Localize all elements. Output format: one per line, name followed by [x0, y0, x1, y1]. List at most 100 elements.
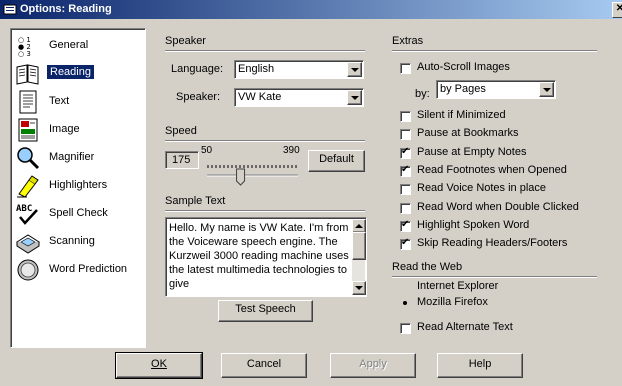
extras-option-label: Pause at Empty Notes	[417, 146, 527, 158]
speaker-group-label: Speaker	[165, 35, 206, 47]
nav-item-label: Image	[49, 123, 80, 135]
sample-text-content: Hello. My name is VW Kate. I'm from the …	[169, 222, 349, 290]
highlighter-icon	[17, 175, 39, 198]
close-icon: ✕	[615, 3, 622, 14]
nav-item-word-prediction[interactable]: Word Prediction	[13, 257, 141, 283]
radio-internet-explorer-label: Internet Explorer	[417, 280, 499, 292]
auto-scroll-label: Auto-Scroll Images	[417, 61, 510, 73]
read-alt-text-checkbox[interactable]	[400, 323, 411, 334]
extras-group-label: Extras	[392, 35, 424, 47]
default-button[interactable]: Default	[308, 150, 365, 172]
extras-option-label: Silent if Minimized	[417, 109, 506, 121]
language-select[interactable]: English	[234, 60, 364, 79]
test-speech-button[interactable]: Test Speech	[218, 300, 313, 322]
extras-option-checkbox[interactable]	[400, 184, 411, 195]
speed-value-field: 175	[165, 151, 199, 169]
extras-option-label: Highlight Spoken Word	[417, 219, 530, 231]
magnifier-icon	[17, 147, 40, 170]
nav-item-label: Reading	[47, 65, 94, 79]
help-label: Help	[468, 358, 492, 370]
test-speech-label: Test Speech	[235, 303, 296, 315]
radio-internet-explorer[interactable]	[400, 282, 410, 292]
title-bar: Options: Reading ✕	[0, 0, 622, 19]
read-web-group-label: Read the Web	[392, 261, 463, 273]
open-book-icon	[16, 64, 39, 85]
extras-option-checkbox[interactable]	[400, 111, 411, 122]
word-prediction-icon	[17, 259, 39, 281]
ok-label: OK	[151, 358, 167, 370]
extras-option-label: Read Voice Notes in place	[417, 182, 547, 194]
divider	[165, 140, 365, 142]
nav-item-magnifier[interactable]: Magnifier	[13, 145, 141, 171]
extras-option-label: Pause at Bookmarks	[417, 127, 519, 139]
speed-min-label: 50	[201, 145, 213, 156]
extras-option-checkbox[interactable]	[400, 237, 411, 250]
chevron-down-icon[interactable]	[347, 62, 362, 77]
nav-item-label: General	[49, 39, 89, 51]
extras-option-label: Read Word when Double Clicked	[417, 201, 579, 213]
nav-item-text[interactable]: Text	[13, 89, 141, 115]
scanner-icon	[16, 234, 40, 254]
apply-button[interactable]: Apply	[330, 353, 416, 378]
chevron-down-icon[interactable]	[539, 82, 554, 97]
sample-text-group-label: Sample Text	[165, 195, 226, 207]
nav-item-label: Spell Check	[49, 207, 108, 219]
by-label: by:	[415, 88, 430, 100]
extras-option-checkbox[interactable]	[400, 146, 411, 159]
default-button-label: Default	[319, 153, 354, 165]
language-value: English	[238, 63, 275, 75]
speaker-label: Speaker:	[176, 91, 221, 103]
extras-option-label: Read Footnotes when Opened	[417, 164, 567, 176]
speaker-select[interactable]: VW Kate	[234, 88, 364, 107]
scroll-by-select[interactable]: by Pages	[436, 80, 556, 99]
radio-mozilla-firefox[interactable]	[400, 298, 410, 308]
speed-value: 175	[172, 154, 191, 166]
slider-thumb[interactable]	[236, 168, 246, 186]
sample-text-scrollbar[interactable]	[352, 219, 366, 295]
svg-text:○ 3: ○ 3	[18, 50, 31, 58]
cancel-label: Cancel	[246, 358, 282, 370]
nav-item-image[interactable]: Image	[13, 117, 141, 143]
extras-option-checkbox[interactable]	[400, 203, 411, 214]
app-icon	[3, 4, 17, 15]
speed-slider[interactable]	[205, 156, 300, 186]
divider	[392, 276, 597, 278]
spell-check-icon: ABC	[16, 204, 38, 225]
language-label: Language:	[171, 63, 223, 75]
speaker-value: VW Kate	[238, 91, 282, 103]
nav-item-spell-check[interactable]: ABC Spell Check	[13, 201, 141, 227]
window-title: Options: Reading	[20, 3, 112, 15]
ok-button[interactable]: OK	[115, 352, 203, 379]
scroll-thumb[interactable]	[352, 232, 366, 260]
read-alt-text-label: Read Alternate Text	[417, 321, 513, 333]
chevron-down-icon[interactable]	[347, 90, 362, 105]
divider	[392, 50, 597, 52]
divider	[165, 50, 365, 52]
category-list[interactable]: ○ 1 ● 2 ○ 3 General Reading Text Image M…	[10, 28, 146, 348]
extras-option-checkbox[interactable]	[400, 219, 411, 232]
help-button[interactable]: Help	[437, 353, 523, 378]
speed-group-label: Speed	[165, 125, 197, 137]
apply-label: Apply	[359, 358, 387, 370]
auto-scroll-checkbox[interactable]	[400, 63, 411, 74]
list-numbers-icon: ○ 1 ● 2 ○ 3	[18, 36, 31, 58]
radio-mozilla-firefox-label: Mozilla Firefox	[417, 296, 488, 308]
svg-text:ABC: ABC	[16, 204, 32, 214]
scroll-up-icon[interactable]	[352, 219, 366, 233]
extras-option-label: Skip Reading Headers/Footers	[417, 237, 568, 249]
nav-item-scanning[interactable]: Scanning	[13, 229, 141, 255]
divider	[165, 210, 365, 212]
cancel-button[interactable]: Cancel	[221, 353, 307, 378]
close-button[interactable]: ✕	[612, 2, 622, 18]
nav-item-reading[interactable]: Reading	[13, 61, 141, 87]
nav-item-label: Highlighters	[49, 179, 108, 191]
extras-option-checkbox[interactable]	[400, 129, 411, 140]
nav-item-highlighters[interactable]: Highlighters	[13, 173, 141, 199]
nav-item-general[interactable]: ○ 1 ● 2 ○ 3 General	[13, 33, 141, 59]
nav-item-label: Text	[49, 95, 70, 107]
extras-option-checkbox[interactable]	[400, 164, 411, 177]
image-icon	[18, 118, 38, 142]
scroll-down-icon[interactable]	[352, 281, 366, 295]
speed-max-label: 390	[283, 145, 300, 156]
sample-text-area[interactable]: Hello. My name is VW Kate. I'm from the …	[165, 217, 367, 297]
